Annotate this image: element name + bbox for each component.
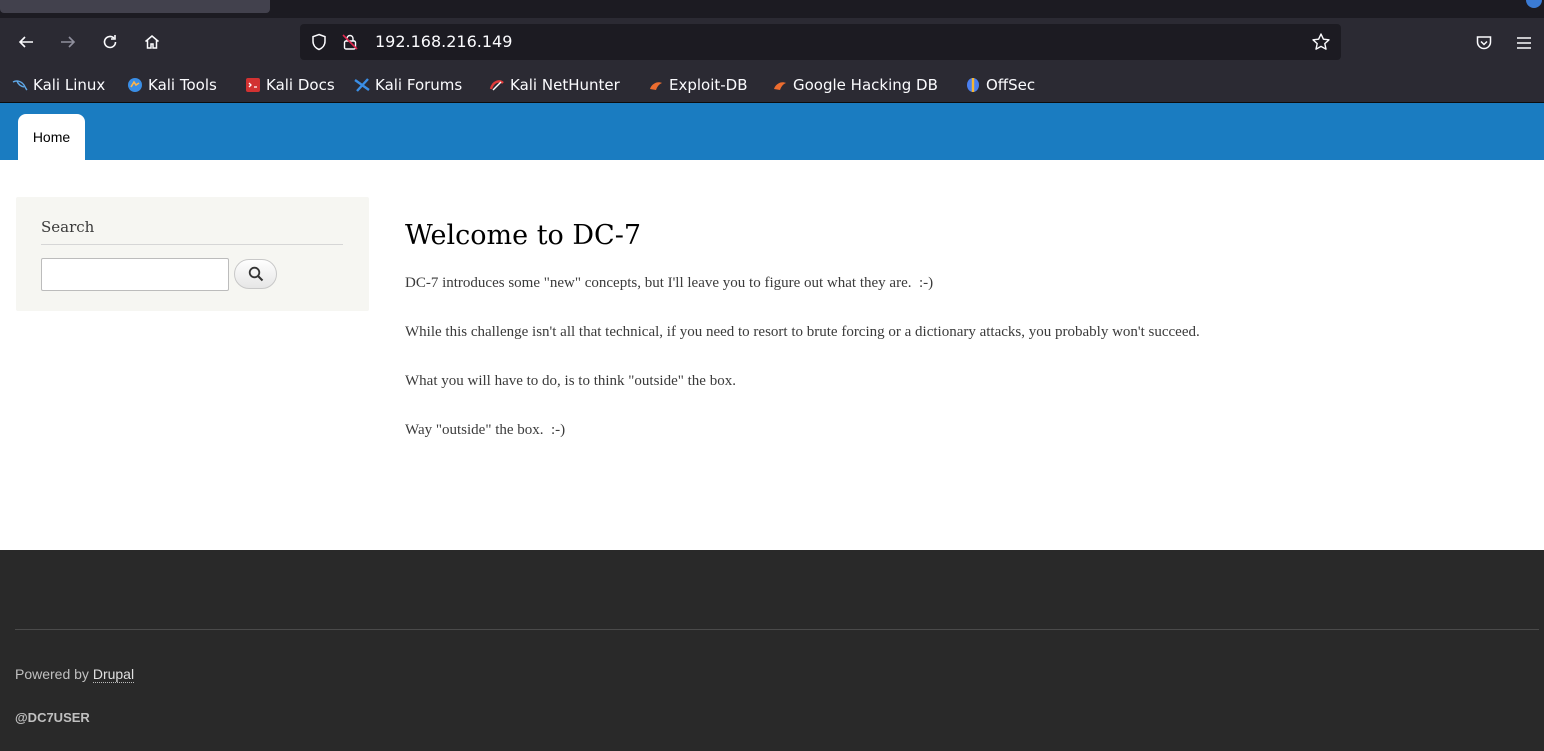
exploit-db-icon: [650, 82, 662, 90]
tab-strip: [0, 0, 1544, 18]
main-content: Welcome to DC-7 DC-7 introduces some "ne…: [405, 218, 1525, 438]
active-tab[interactable]: [0, 0, 270, 13]
page-title: Welcome to DC-7: [405, 220, 641, 251]
bookmark-exploit-db[interactable]: Exploit-DB: [648, 75, 748, 95]
bookmark-kali-nethunter[interactable]: Kali NetHunter: [489, 75, 620, 95]
navigation-toolbar: 192.168.216.149: [0, 18, 1544, 66]
bookmark-offsec[interactable]: OffSec: [965, 75, 1035, 95]
bookmark-kali-linux[interactable]: Kali Linux: [12, 75, 105, 95]
site-header: Home: [0, 103, 1544, 160]
forward-arrow-icon: [61, 36, 76, 48]
bookmark-kali-docs[interactable]: Kali Docs: [245, 75, 335, 95]
powered-by: Powered by Drupal: [15, 666, 135, 683]
bookmark-star-icon[interactable]: [1311, 32, 1331, 52]
drupal-link[interactable]: Drupal: [92, 666, 135, 683]
paragraph: What you will have to do, is to think "o…: [405, 373, 736, 389]
account-icon[interactable]: [1526, 0, 1542, 8]
nav-tab-home[interactable]: Home: [18, 114, 85, 160]
url-text[interactable]: 192.168.216.149: [375, 32, 512, 52]
offsec-icon: [967, 78, 979, 92]
tracking-shield-icon[interactable]: [310, 33, 328, 51]
bookmark-google-hacking-db[interactable]: Google Hacking DB: [772, 75, 938, 95]
search-block-title: Search: [41, 218, 95, 236]
search-input[interactable]: [41, 258, 229, 291]
site-footer: Powered by Drupal @DC7USER: [0, 550, 1544, 751]
back-button[interactable]: [10, 26, 42, 58]
reload-icon: [103, 35, 117, 49]
divider: [41, 244, 343, 245]
forward-button[interactable]: [52, 26, 84, 58]
exploit-db-icon: [774, 82, 786, 90]
back-arrow-icon: [18, 36, 33, 48]
kali-tools-icon: [128, 78, 142, 92]
kali-docs-icon: [246, 78, 260, 92]
bookmark-kali-tools[interactable]: Kali Tools: [127, 75, 217, 95]
home-icon: [145, 35, 159, 49]
bookmarks-toolbar: Kali Linux Kali Tools Kali Docs Kali For…: [0, 66, 1544, 103]
kali-nethunter-icon: [489, 80, 504, 91]
footer-divider: [15, 629, 1539, 630]
reload-button[interactable]: [94, 26, 126, 58]
hamburger-menu-icon[interactable]: [1516, 36, 1532, 50]
search-button[interactable]: [234, 259, 277, 289]
bookmark-kali-forums[interactable]: Kali Forums: [354, 75, 462, 95]
search-block: Search: [16, 197, 369, 311]
kali-dragon-icon: [12, 80, 28, 91]
paragraph: DC-7 introduces some "new" concepts, but…: [405, 275, 934, 291]
insecure-lock-icon[interactable]: [341, 33, 359, 51]
home-button[interactable]: [136, 26, 168, 58]
search-icon: [248, 266, 263, 282]
footer-username: @DC7USER: [15, 710, 90, 725]
kali-forums-icon: [354, 78, 370, 92]
address-bar[interactable]: 192.168.216.149: [300, 24, 1341, 60]
paragraph: Way "outside" the box. :-): [405, 422, 566, 438]
pocket-icon[interactable]: [1475, 34, 1493, 52]
paragraph: While this challenge isn't all that tech…: [405, 324, 1200, 340]
